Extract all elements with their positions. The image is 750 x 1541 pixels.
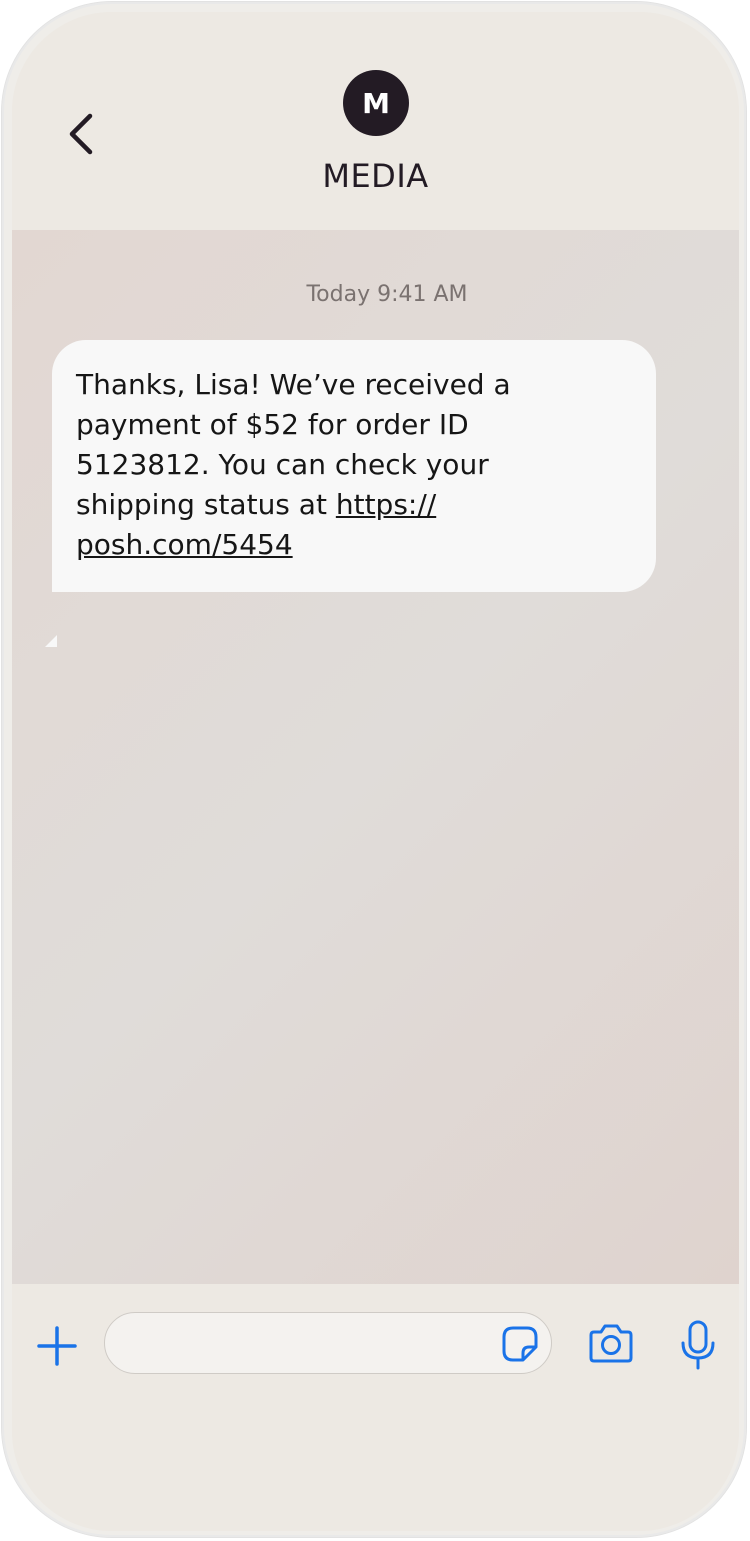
message-input-container[interactable] (104, 1312, 552, 1374)
camera-icon (589, 1324, 633, 1363)
message-input[interactable] (127, 1313, 491, 1373)
message-line: shipping status at (76, 488, 336, 521)
sticker-button[interactable] (501, 1325, 539, 1363)
camera-button[interactable] (588, 1322, 634, 1364)
message-line: Thanks, Lisa! We’ve received a (76, 368, 511, 401)
contact-name[interactable]: MEDIA (12, 157, 739, 195)
microphone-icon (681, 1320, 715, 1370)
sticker-icon (502, 1326, 538, 1362)
back-button[interactable] (62, 112, 102, 156)
shipping-status-link-continued[interactable]: posh.com/5454 (76, 528, 293, 561)
avatar-letter: M (362, 86, 390, 120)
add-attachment-button[interactable] (37, 1326, 77, 1366)
conversation-header: M MEDIA (12, 12, 739, 230)
shipping-status-link[interactable]: https:// (336, 488, 436, 521)
contact-avatar[interactable]: M (343, 70, 409, 136)
message-line: 5123812. You can check your (76, 448, 489, 481)
message-line: payment of $52 for order ID (76, 408, 469, 441)
bubble-tail (45, 635, 57, 647)
messages-screen: M MEDIA Today 9:41 AM Thanks, Lisa! We’v… (12, 12, 739, 1531)
message-thread[interactable]: Today 9:41 AM Thanks, Lisa! We’ve receiv… (12, 230, 739, 1284)
incoming-message-bubble[interactable]: Thanks, Lisa! We’ve received a payment o… (52, 340, 656, 592)
voice-input-button[interactable] (680, 1320, 716, 1370)
chevron-left-icon (69, 113, 93, 155)
message-timestamp: Today 9:41 AM (306, 282, 468, 307)
phone-frame: M MEDIA Today 9:41 AM Thanks, Lisa! We’v… (2, 2, 746, 1537)
plus-icon (37, 1326, 77, 1366)
message-composer (12, 1284, 739, 1531)
